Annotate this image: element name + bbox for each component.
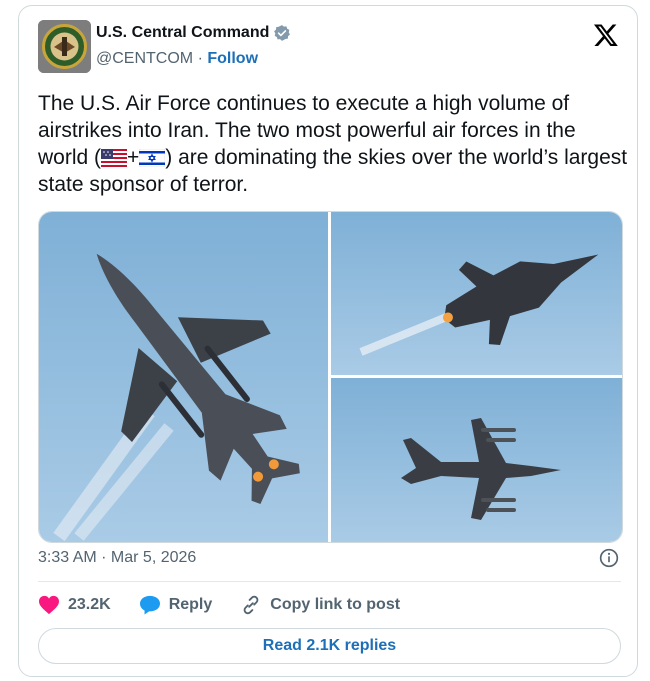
- jet-photo-f35[interactable]: [331, 212, 622, 375]
- tweet-text: The U.S. Air Force continues to execute …: [38, 90, 628, 198]
- jet-photo-f15[interactable]: [39, 212, 328, 542]
- media-grid: [38, 211, 623, 543]
- read-replies-button[interactable]: Read 2.1K replies: [38, 628, 621, 664]
- tweet-card: U.S. Central Command @CENTCOM · Follow T…: [18, 5, 638, 677]
- x-logo-icon[interactable]: [593, 22, 619, 48]
- reply-button[interactable]: Reply: [139, 595, 213, 615]
- like-count: 23.2K: [68, 596, 111, 613]
- verified-badge-icon: [274, 25, 291, 41]
- us-flag-emoji: [101, 149, 128, 167]
- divider: [38, 581, 621, 582]
- author-handle[interactable]: @CENTCOM: [96, 50, 193, 67]
- info-icon[interactable]: [599, 548, 619, 568]
- copy-link-label: Copy link to post: [270, 596, 401, 613]
- heart-icon: [39, 595, 59, 615]
- follow-button[interactable]: Follow: [207, 50, 258, 67]
- reply-bubble-icon: [139, 595, 160, 615]
- author-name[interactable]: U.S. Central Command: [96, 24, 269, 42]
- link-icon: [243, 595, 259, 615]
- plus-sign: +: [127, 146, 140, 169]
- like-button[interactable]: 23.2K: [38, 595, 111, 615]
- post-timestamp[interactable]: 3:33 AM · Mar 5, 2026: [38, 549, 196, 567]
- jet-photo-f16[interactable]: [331, 378, 622, 542]
- copy-link-button[interactable]: Copy link to post: [240, 594, 400, 616]
- separator-dot: ·: [197, 50, 203, 67]
- avatar[interactable]: [38, 20, 91, 73]
- israel-flag-emoji: [139, 149, 166, 167]
- reply-label: Reply: [168, 596, 213, 613]
- action-bar: 23.2K Reply Copy link to post: [38, 594, 428, 616]
